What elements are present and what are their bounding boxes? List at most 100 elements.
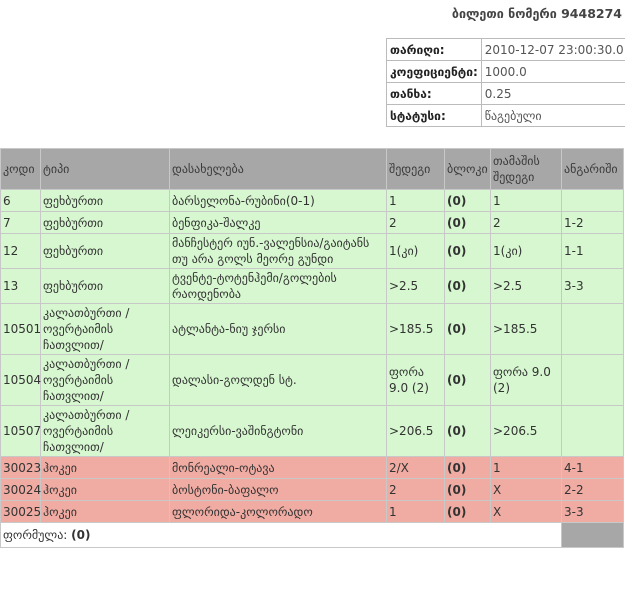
cell-game-result: 2 xyxy=(490,211,562,234)
cell-block: (0) xyxy=(444,456,491,479)
cell-block: (0) xyxy=(444,189,491,212)
cell-result: 1(კი) xyxy=(386,233,445,269)
table-row: 10501 კალათბურთი /ოვერტაიმის ჩათვლით/ ატ… xyxy=(0,303,624,355)
info-value: 1000.0 xyxy=(480,60,625,83)
cell-type: ჰოკეი xyxy=(40,478,170,501)
cell-code: 30024 xyxy=(0,478,41,501)
table-row: 30023 ჰოკეი მონრეალი-ოტავა 2/X (0) 1 4-1 xyxy=(0,456,624,479)
cell-type: ჰოკეი xyxy=(40,456,170,479)
formula-cell: ფორმულა: (0) xyxy=(0,522,562,548)
cell-code: 7 xyxy=(0,211,41,234)
cell-result: 2 xyxy=(386,478,445,501)
column-header-block: ბლოკი xyxy=(444,148,491,190)
table-row: 30024 ჰოკეი ბოსტონი-ბაფალო 2 (0) X 2-2 xyxy=(0,478,624,501)
cell-score: 1-1 xyxy=(561,233,624,269)
info-label: სტატუსი: xyxy=(386,104,482,127)
cell-game-result: >185.5 xyxy=(490,303,562,355)
table-row: 13 ფეხბურთი ტვენტე-ტოტენჰემი/გოლების რაო… xyxy=(0,268,624,304)
info-row-coefficient: კოეფიციენტი: 1000.0 xyxy=(386,60,625,83)
cell-score xyxy=(561,189,624,212)
cell-code: 12 xyxy=(0,233,41,269)
cell-name: ატლანტა-ნიუ ჯერსი xyxy=(169,303,387,355)
info-row-amount: თანხა: 0.25 xyxy=(386,82,625,105)
cell-type: ფეხბურთი xyxy=(40,268,170,304)
cell-type: კალათბურთი /ოვერტაიმის ჩათვლით/ xyxy=(40,405,170,457)
cell-score: 2-2 xyxy=(561,478,624,501)
cell-result: 2 xyxy=(386,211,445,234)
cell-code: 30025 xyxy=(0,500,41,523)
cell-result: >2.5 xyxy=(386,268,445,304)
formula-row: ფორმულა: (0) xyxy=(0,522,624,548)
formula-filler xyxy=(561,522,624,548)
cell-score: 3-3 xyxy=(561,500,624,523)
column-header-type: ტიპი xyxy=(40,148,170,190)
cell-block: (0) xyxy=(444,233,491,269)
cell-result: >185.5 xyxy=(386,303,445,355)
cell-score: 3-3 xyxy=(561,268,624,304)
cell-block: (0) xyxy=(444,405,491,457)
cell-code: 10501 xyxy=(0,303,41,355)
info-value: 2010-12-07 23:00:30.0 xyxy=(480,38,625,61)
cell-result: 1 xyxy=(386,189,445,212)
cell-type: ფეხბურთი xyxy=(40,189,170,212)
column-header-name: დასახელება xyxy=(169,148,387,190)
cell-name: ფლორიდა-კოლორადო xyxy=(169,500,387,523)
cell-name: ლეიკერსი-ვაშინგტონი xyxy=(169,405,387,457)
cell-name: ბარსელონა-რუბინი(0-1) xyxy=(169,189,387,212)
cell-game-result: 1 xyxy=(490,456,562,479)
cell-game-result: ფორა 9.0 (2) xyxy=(490,354,562,406)
cell-name: ბოსტონი-ბაფალო xyxy=(169,478,387,501)
cell-type: ფეხბურთი xyxy=(40,233,170,269)
cell-score xyxy=(561,354,624,406)
cell-result: ფორა 9.0 (2) xyxy=(386,354,445,406)
cell-name: დალასი-გოლდენ სტ. xyxy=(169,354,387,406)
cell-code: 6 xyxy=(0,189,41,212)
ticket-title: ბილეთი ნომერი 9448274 xyxy=(451,6,622,21)
table-row: 10504 კალათბურთი /ოვერტაიმის ჩათვლით/ და… xyxy=(0,354,624,406)
cell-type: ჰოკეი xyxy=(40,500,170,523)
cell-name: მანჩესტერ იუნ.-ვალენსია/გაიტანს თუ არა გ… xyxy=(169,233,387,269)
info-row-status: სტატუსი: წაგებული xyxy=(386,104,625,127)
cell-type: კალათბურთი /ოვერტაიმის ჩათვლით/ xyxy=(40,303,170,355)
formula-value: (0) xyxy=(71,528,91,542)
cell-game-result: >2.5 xyxy=(490,268,562,304)
column-header-game-result: თამაშის შედეგი xyxy=(490,148,562,190)
cell-name: ტვენტე-ტოტენჰემი/გოლების რაოდენობა xyxy=(169,268,387,304)
cell-name: ბენფიკა-შალკე xyxy=(169,211,387,234)
cell-block: (0) xyxy=(444,268,491,304)
cell-name: მონრეალი-ოტავა xyxy=(169,456,387,479)
cell-score: 4-1 xyxy=(561,456,624,479)
cell-block: (0) xyxy=(444,303,491,355)
cell-score xyxy=(561,405,624,457)
column-header-result: შედეგი xyxy=(386,148,445,190)
cell-type: კალათბურთი /ოვერტაიმის ჩათვლით/ xyxy=(40,354,170,406)
cell-game-result: X xyxy=(490,478,562,501)
table-row: 12 ფეხბურთი მანჩესტერ იუნ.-ვალენსია/გაიტ… xyxy=(0,233,624,269)
ticket-info-table: თარიღი: 2010-12-07 23:00:30.0 კოეფიციენტ… xyxy=(386,38,625,127)
cell-result: 2/X xyxy=(386,456,445,479)
table-row: 6 ფეხბურთი ბარსელონა-რუბინი(0-1) 1 (0) 1 xyxy=(0,189,624,212)
cell-game-result: 1 xyxy=(490,189,562,212)
table-header-row: კოდი ტიპი დასახელება შედეგი ბლოკი თამაში… xyxy=(0,148,624,190)
column-header-code: კოდი xyxy=(0,148,41,190)
info-row-date: თარიღი: 2010-12-07 23:00:30.0 xyxy=(386,38,625,61)
cell-block: (0) xyxy=(444,478,491,501)
cell-type: ფეხბურთი xyxy=(40,211,170,234)
cell-block: (0) xyxy=(444,211,491,234)
column-header-score: ანგარიში xyxy=(561,148,624,190)
cell-code: 10504 xyxy=(0,354,41,406)
formula-label: ფორმულა: xyxy=(3,528,68,542)
info-value: 0.25 xyxy=(480,82,625,105)
cell-game-result: 1(კი) xyxy=(490,233,562,269)
info-value: წაგებული xyxy=(480,104,625,127)
info-label: თანხა: xyxy=(386,82,482,105)
cell-result: >206.5 xyxy=(386,405,445,457)
cell-score: 1-2 xyxy=(561,211,624,234)
cell-block: (0) xyxy=(444,500,491,523)
table-row: 7 ფეხბურთი ბენფიკა-შალკე 2 (0) 2 1-2 xyxy=(0,211,624,234)
table-row: 30025 ჰოკეი ფლორიდა-კოლორადო 1 (0) X 3-3 xyxy=(0,500,624,523)
cell-result: 1 xyxy=(386,500,445,523)
cell-game-result: X xyxy=(490,500,562,523)
info-label: კოეფიციენტი: xyxy=(386,60,482,83)
bets-table: კოდი ტიპი დასახელება შედეგი ბლოკი თამაში… xyxy=(0,148,624,548)
